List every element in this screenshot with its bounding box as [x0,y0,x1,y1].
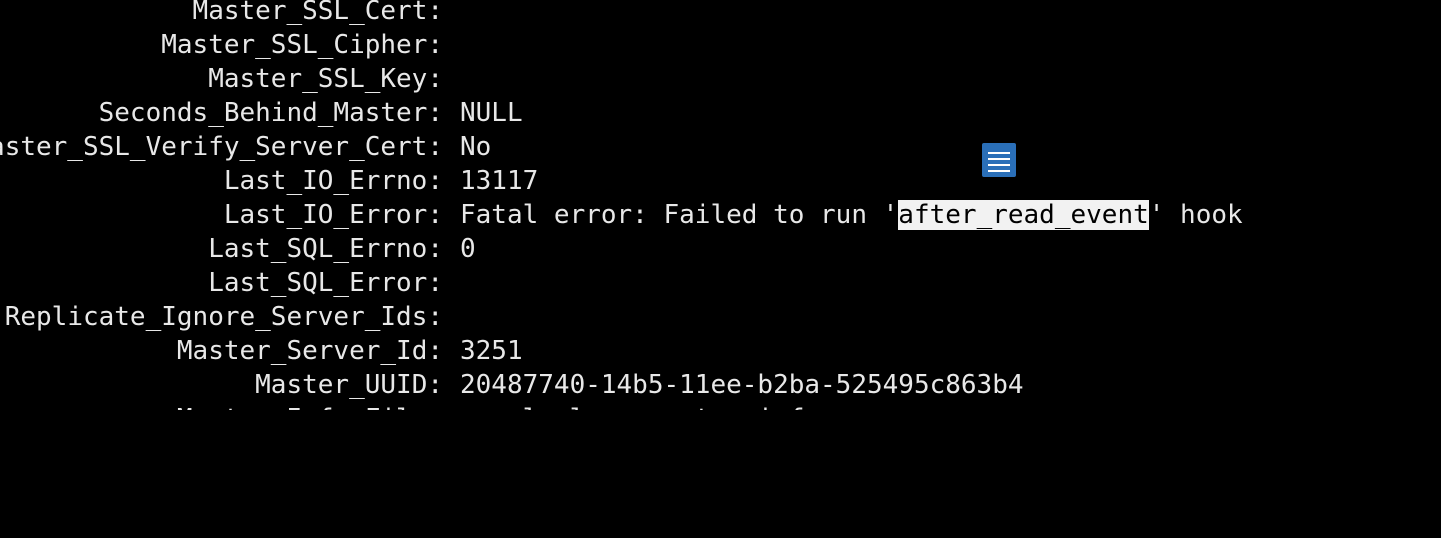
status-row-replicate-ignore-server-ids: Replicate_Ignore_Server_Ids: [0,300,1441,334]
status-value: mysql.slave_master_info [460,404,821,434]
status-row-master-uuid: Master_UUID: 20487740-14b5-11ee-b2ba-525… [0,368,1441,402]
status-key: Replicate_Ignore_Server_Ids: [4,302,443,332]
status-key: Master_Server_Id: [176,336,443,366]
document-lines-icon[interactable] [982,143,1016,177]
status-key: Master_SSL_Key: [208,64,443,94]
status-key: Last_SQL_Error: [208,268,443,298]
status-key: Master_Info_File: [176,404,443,434]
status-key: Last_IO_Error: [223,200,443,230]
status-value: 3251 [460,336,523,366]
status-value: 13117 [460,166,539,196]
selected-text[interactable]: after_read_event [898,200,1149,230]
status-value: 20487740-14b5-11ee-b2ba-525495c863b4 [460,370,1024,400]
status-key: Last_SQL_Errno: [208,234,443,264]
status-key: Master_SSL_Cipher: [161,30,443,60]
status-key: Seconds_Behind_Master: [98,98,443,128]
terminal-window[interactable]: Master_SSL_Cert: Master_SSL_Cipher: Mast… [0,0,1441,410]
status-row-last-io-error: Last_IO_Error: Fatal error: Failed to ru… [0,198,1441,232]
status-value: NULL [460,98,523,128]
status-row-master-ssl-key: Master_SSL_Key: [0,62,1441,96]
status-row-last-sql-error: Last_SQL_Error: [0,266,1441,300]
status-row-seconds-behind-master: Seconds_Behind_Master: NULL [0,96,1441,130]
status-value: 0 [460,234,476,264]
status-key: Master_UUID: [255,370,443,400]
status-row-master-ssl-verify-server-cert: Master_SSL_Verify_Server_Cert: No [0,130,1441,164]
status-row-master-info-file: Master_Info_File: mysql.slave_master_inf… [0,402,1441,434]
error-text-prefix: Fatal error: Failed to run ' [460,200,899,230]
status-key: Master_SSL_Verify_Server_Cert: [0,132,443,162]
status-row-master-ssl-cert: Master_SSL_Cert: [0,0,1441,28]
status-row-master-ssl-cipher: Master_SSL_Cipher: [0,28,1441,62]
status-value: No [460,132,492,162]
status-value: Fatal error: Failed to run 'after_read_e… [460,198,1243,232]
status-key: Master_SSL_Cert: [192,0,443,26]
status-key: Last_IO_Errno: [223,166,443,196]
status-row-master-server-id: Master_Server_Id: 3251 [0,334,1441,368]
status-row-last-sql-errno: Last_SQL_Errno: 0 [0,232,1441,266]
error-text-suffix: ' hook [1148,200,1243,230]
status-row-last-io-errno: Last_IO_Errno: 13117 [0,164,1441,198]
